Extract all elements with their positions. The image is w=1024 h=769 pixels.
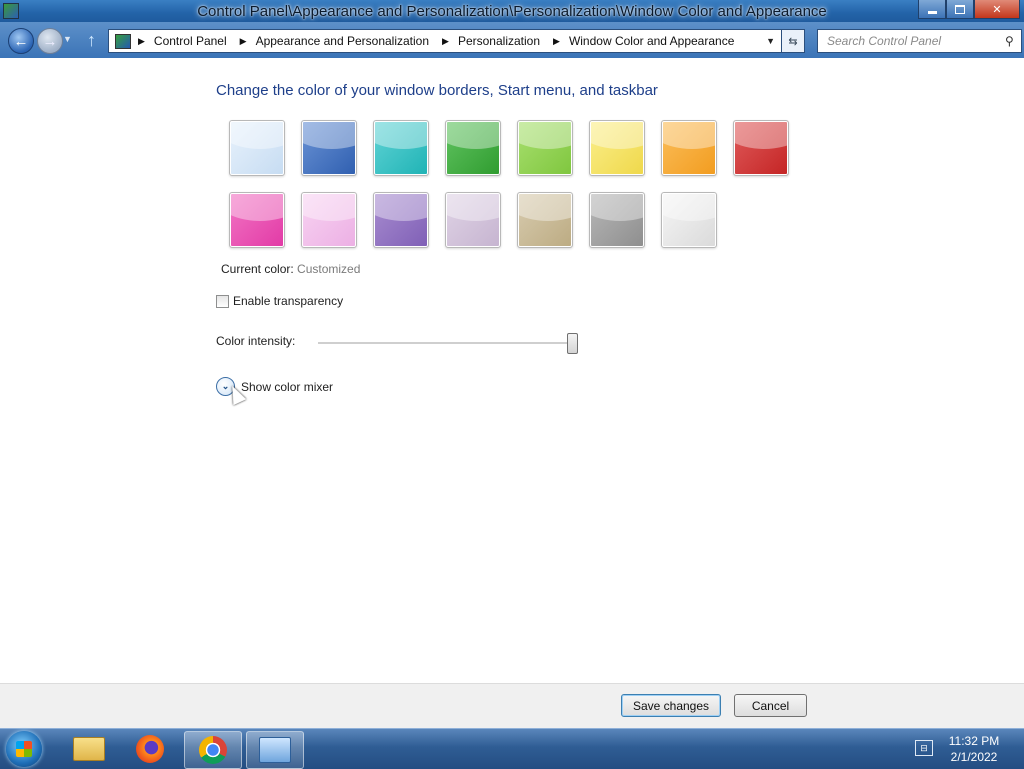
breadcrumb-personalization[interactable]: Personalization bbox=[458, 34, 540, 48]
forward-button[interactable]: → bbox=[37, 28, 63, 54]
search-box[interactable]: ⚲ bbox=[817, 29, 1022, 53]
color-swatch[interactable] bbox=[589, 192, 645, 248]
color-swatch[interactable] bbox=[445, 120, 501, 176]
restore-button[interactable] bbox=[946, 0, 974, 19]
color-intensity-label: Color intensity: bbox=[216, 334, 296, 348]
close-icon: ✕ bbox=[992, 3, 1002, 16]
color-swatch[interactable] bbox=[661, 192, 717, 248]
control-panel-icon bbox=[259, 737, 291, 763]
address-bar[interactable]: ▶ Control Panel ▶ Appearance and Persona… bbox=[108, 29, 782, 53]
clock-date: 2/1/2022 bbox=[950, 750, 998, 764]
color-swatch[interactable] bbox=[373, 192, 429, 248]
save-changes-button[interactable]: Save changes bbox=[621, 694, 721, 717]
color-swatch[interactable] bbox=[517, 192, 573, 248]
breadcrumb-control-panel[interactable]: Control Panel bbox=[154, 34, 227, 48]
button-bar bbox=[0, 683, 1024, 729]
recent-pages-dropdown[interactable]: ▼ bbox=[63, 34, 72, 44]
taskbar-chrome[interactable] bbox=[184, 731, 242, 769]
chevron-right-icon[interactable]: ▶ bbox=[240, 36, 247, 47]
start-button[interactable] bbox=[6, 731, 42, 767]
color-swatch[interactable] bbox=[517, 120, 573, 176]
taskbar-control-panel[interactable] bbox=[246, 731, 304, 769]
current-color-label: Current color: bbox=[221, 262, 294, 276]
color-swatch[interactable] bbox=[301, 120, 357, 176]
page-heading: Change the color of your window borders,… bbox=[216, 82, 658, 99]
color-intensity-slider-thumb[interactable] bbox=[567, 333, 578, 354]
color-swatch[interactable] bbox=[301, 192, 357, 248]
window-controls: ✕ bbox=[918, 0, 1020, 19]
clock-time: 11:32 PM bbox=[948, 734, 1000, 748]
taskbar-firefox[interactable] bbox=[122, 731, 178, 767]
cancel-button[interactable]: Cancel bbox=[734, 694, 807, 717]
current-color-value: Customized bbox=[297, 262, 361, 276]
minimize-button[interactable] bbox=[918, 0, 946, 19]
transparency-label[interactable]: Enable transparency bbox=[233, 294, 343, 308]
network-icon[interactable]: ⊟ bbox=[915, 740, 933, 756]
checkbox[interactable] bbox=[216, 294, 229, 308]
enable-transparency-checkbox[interactable]: Enable transparency bbox=[216, 294, 343, 308]
window-title: Control Panel\Appearance and Personaliza… bbox=[197, 3, 827, 20]
color-swatch[interactable] bbox=[733, 120, 789, 176]
current-color-text: Current color: Customized bbox=[221, 262, 360, 276]
chrome-icon bbox=[199, 736, 227, 764]
search-input[interactable] bbox=[825, 33, 1001, 49]
firefox-icon bbox=[136, 735, 164, 763]
windows-explorer-icon bbox=[73, 737, 105, 761]
title-bar[interactable]: Control Panel\Appearance and Personaliza… bbox=[0, 0, 1024, 22]
close-button[interactable]: ✕ bbox=[974, 0, 1020, 19]
restore-icon bbox=[955, 4, 965, 14]
show-color-mixer-label[interactable]: Show color mixer bbox=[241, 380, 333, 394]
taskbar bbox=[0, 728, 1024, 769]
chevron-down-icon[interactable]: ▼ bbox=[766, 36, 775, 46]
taskbar-clock[interactable]: 11:32 PM 2/1/2022 bbox=[944, 733, 1004, 765]
breadcrumb-appearance[interactable]: Appearance and Personalization bbox=[256, 34, 429, 48]
color-swatch[interactable] bbox=[229, 192, 285, 248]
color-swatch[interactable] bbox=[589, 120, 645, 176]
color-swatch[interactable] bbox=[661, 120, 717, 176]
refresh-icon: ⇆ bbox=[788, 35, 798, 48]
up-arrow-icon[interactable]: ↑ bbox=[87, 30, 96, 51]
back-arrow-icon: ← bbox=[13, 32, 29, 50]
color-intensity-slider-track[interactable] bbox=[318, 342, 574, 345]
breadcrumb-window-color[interactable]: Window Color and Appearance bbox=[569, 34, 734, 48]
refresh-button[interactable]: ⇆ bbox=[781, 29, 805, 53]
chevron-right-icon[interactable]: ▶ bbox=[138, 36, 145, 47]
color-swatch[interactable] bbox=[445, 192, 501, 248]
color-swatch[interactable] bbox=[373, 120, 429, 176]
search-icon[interactable]: ⚲ bbox=[1005, 34, 1014, 48]
taskbar-windows-explorer[interactable] bbox=[61, 731, 117, 767]
chevron-right-icon[interactable]: ▶ bbox=[553, 36, 560, 47]
navigation-bar: ← → ▼ ↑ ▶ Control Panel ▶ Appearance and… bbox=[0, 22, 1024, 58]
forward-arrow-icon: → bbox=[42, 32, 58, 50]
minimize-icon bbox=[927, 10, 937, 14]
back-button[interactable]: ← bbox=[8, 28, 34, 54]
control-panel-icon bbox=[115, 33, 131, 49]
color-swatch[interactable] bbox=[229, 120, 285, 176]
windows-logo-icon bbox=[16, 741, 32, 757]
chevron-right-icon[interactable]: ▶ bbox=[442, 36, 449, 47]
